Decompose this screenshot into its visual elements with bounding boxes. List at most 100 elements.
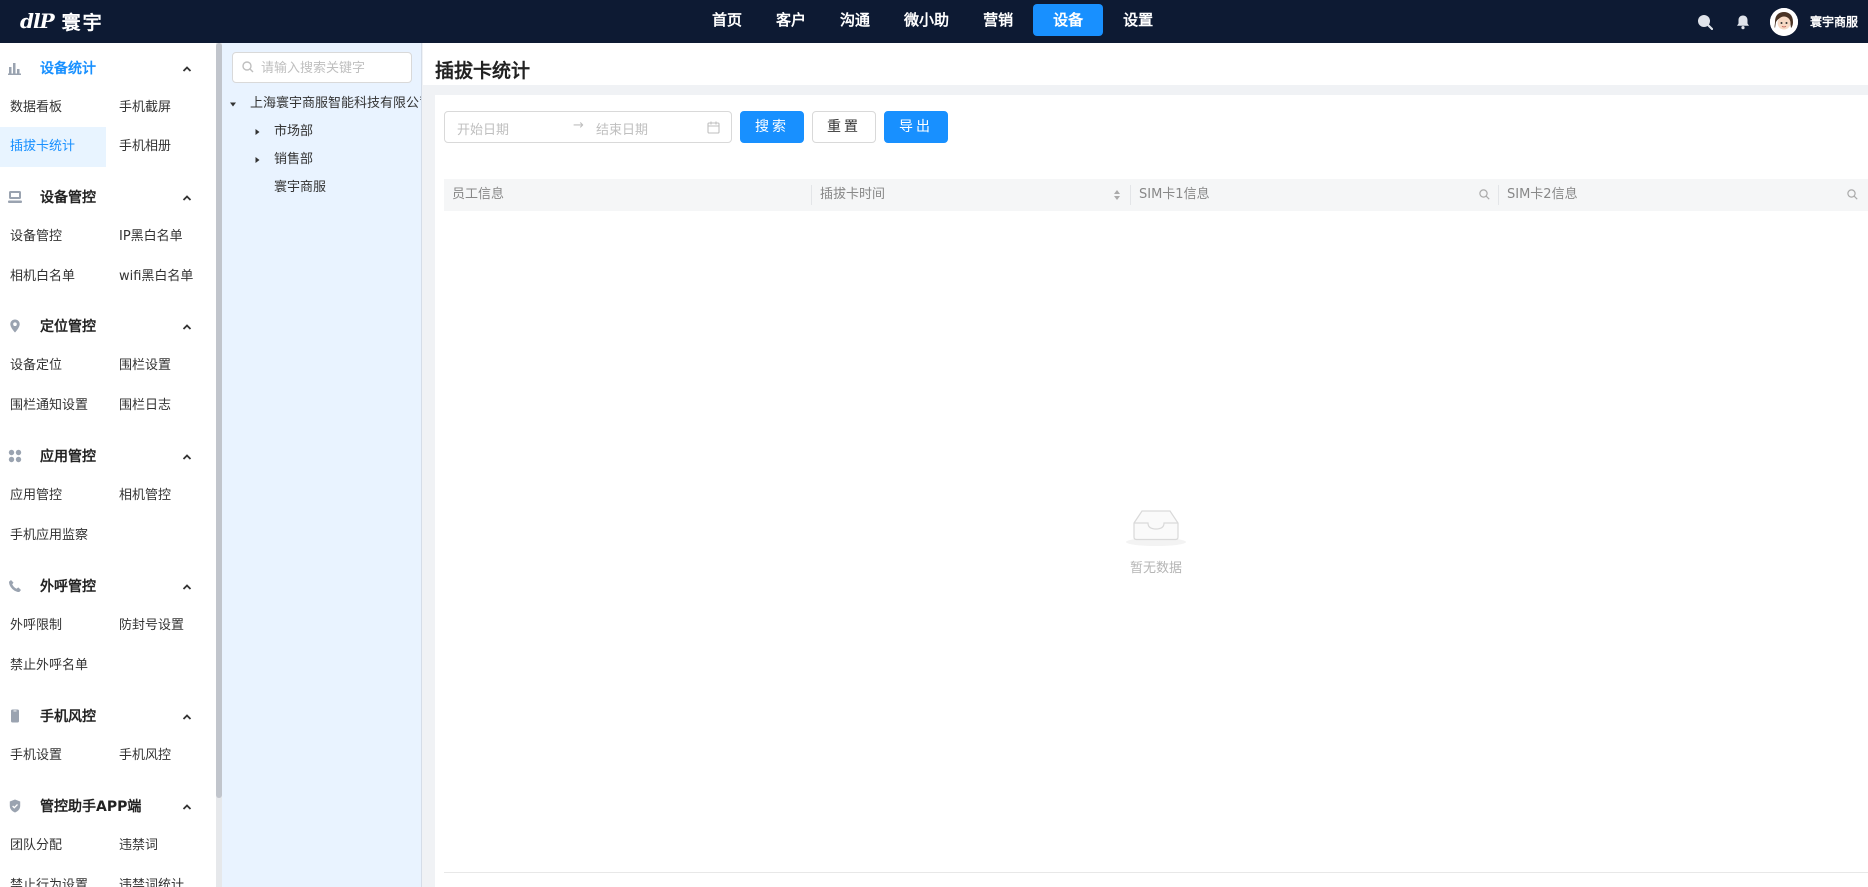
search-icon: [242, 61, 254, 77]
caret-right-icon[interactable]: [252, 120, 262, 144]
logo-mark: dlP: [20, 9, 55, 33]
search-button[interactable]: 搜索: [740, 111, 804, 143]
nav-item-marketing[interactable]: 营销: [969, 4, 1027, 36]
sidebar-item-forbidden-behavior[interactable]: 禁止行为设置: [0, 866, 106, 887]
sidebar-item-camera-control[interactable]: 相机管控: [109, 476, 216, 516]
sidebar-item-app-monitor[interactable]: 手机应用监察: [0, 516, 140, 556]
column-header-sim1: SIM卡1信息: [1139, 187, 1210, 202]
avatar[interactable]: [1770, 7, 1798, 36]
table-bottom-border: [444, 872, 1868, 873]
sidebar-item-app-control[interactable]: 应用管控: [0, 476, 106, 516]
nav-item-customers[interactable]: 客户: [762, 4, 820, 36]
tree-search-input[interactable]: [232, 52, 412, 83]
tree-node-sales[interactable]: 销售部: [252, 148, 421, 172]
shield-icon: [8, 799, 22, 813]
sort-icon[interactable]: [1112, 188, 1122, 206]
bell-icon[interactable]: [1724, 0, 1762, 43]
column-header-sim2: SIM卡2信息: [1507, 187, 1578, 202]
chevron-up-icon: [182, 451, 192, 461]
sidebar-item-fence-notify[interactable]: 围栏通知设置: [0, 386, 106, 426]
sidebar-item-fence-log[interactable]: 围栏日志: [109, 386, 216, 426]
brand-logo[interactable]: dlP 寰宇: [20, 8, 104, 34]
caret-right-icon[interactable]: [252, 148, 262, 172]
chevron-up-icon: [182, 581, 192, 591]
location-pin-icon: [8, 319, 22, 333]
sidebar-item-banned-words[interactable]: 违禁词: [109, 826, 216, 866]
nav-item-communication[interactable]: 沟通: [826, 4, 884, 36]
sidebar-item-call-blocklist[interactable]: 禁止外呼名单: [0, 646, 140, 686]
sidebar-group-title: 定位管控: [40, 319, 96, 335]
sidebar-group-device-stats[interactable]: 设备统计: [0, 48, 216, 88]
column-header-employee: 员工信息: [452, 187, 505, 202]
export-button[interactable]: 导出: [884, 111, 948, 143]
sidebar-menu: 设备统计 数据看板 手机截屏 插拔卡统计 手机相册 设备管控 设备管控 IP黑白…: [0, 43, 216, 887]
sidebar-item-ip-list[interactable]: IP黑白名单: [109, 217, 216, 257]
arrow-right-icon: →: [573, 118, 584, 133]
search-icon[interactable]: [1479, 189, 1490, 204]
sidebar-item-phone-risk[interactable]: 手机风控: [109, 736, 216, 776]
nav-item-assistant[interactable]: 微小助: [890, 4, 963, 36]
sidebar-group-title: 设备统计: [40, 61, 96, 77]
org-tree-panel: 上海寰宇商服智能科技有限公司 市场部 销售部 寰宇商服: [222, 43, 422, 887]
sidebar-group-app-control[interactable]: 应用管控: [0, 436, 216, 476]
sidebar-group-title: 应用管控: [40, 449, 96, 465]
sidebar-group-phone-risk[interactable]: 手机风控: [0, 696, 216, 736]
chevron-up-icon: [182, 192, 192, 202]
sidebar-item-dashboard[interactable]: 数据看板: [0, 88, 106, 128]
chevron-up-icon: [182, 711, 192, 721]
main-gap: [423, 85, 1868, 95]
sidebar-item-wifi-list[interactable]: wifi黑白名单: [109, 257, 216, 297]
chevron-up-icon: [182, 321, 192, 331]
apps-grid-icon: [8, 449, 22, 463]
nav-item-settings[interactable]: 设置: [1109, 4, 1167, 36]
chevron-up-icon: [182, 801, 192, 811]
sidebar-item-sim-plug-stats[interactable]: 插拔卡统计: [0, 127, 106, 167]
main-header: 插拔卡统计: [423, 43, 1868, 85]
sidebar-group-title: 管控助手APP端: [40, 799, 142, 815]
sidebar-item-phone-album[interactable]: 手机相册: [109, 127, 216, 167]
sidebar-item-phone-settings[interactable]: 手机设置: [0, 736, 106, 776]
tree-node-label: 寰宇商服: [274, 180, 327, 195]
tree-node-label: 销售部: [274, 152, 314, 167]
end-date-input[interactable]: 结束日期: [596, 119, 648, 138]
sidebar-item-team-assign[interactable]: 团队分配: [0, 826, 106, 866]
sidebar-item-phone-screenshot[interactable]: 手机截屏: [109, 88, 216, 128]
sidebar-group-location-control[interactable]: 定位管控: [0, 306, 216, 346]
sidebar-item-fence-settings[interactable]: 围栏设置: [109, 346, 216, 386]
tree-node-root[interactable]: 上海寰宇商服智能科技有限公司: [228, 92, 421, 116]
sidebar-item-anti-ban[interactable]: 防封号设置: [109, 606, 216, 646]
date-range-picker[interactable]: 开始日期 → 结束日期: [444, 111, 732, 143]
tree-node-market[interactable]: 市场部: [252, 120, 421, 144]
top-right-tools: 寰宇商服: [1686, 0, 1868, 43]
mobile-icon: [8, 709, 22, 723]
sidebar-item-device-control[interactable]: 设备管控: [0, 217, 106, 257]
user-name[interactable]: 寰宇商服: [1810, 13, 1868, 30]
table-header: 员工信息 插拔卡时间 SIM卡1信息 SIM卡2信息: [444, 179, 1868, 211]
sidebar-item-camera-whitelist[interactable]: 相机白名单: [0, 257, 106, 297]
start-date-input[interactable]: 开始日期: [457, 119, 509, 138]
search-icon[interactable]: [1686, 0, 1724, 43]
sidebar-group-title: 手机风控: [40, 709, 96, 725]
empty-text: 暂无数据: [1129, 561, 1182, 576]
sidebar-item-banned-words-stats[interactable]: 违禁词统计: [109, 866, 216, 887]
sidebar-group-call-control[interactable]: 外呼管控: [0, 566, 216, 606]
calendar-icon: [707, 121, 720, 138]
caret-down-icon[interactable]: [228, 92, 238, 116]
tree-node-hq[interactable]: 寰宇商服: [252, 176, 421, 200]
phone-icon: [8, 579, 22, 593]
sidebar-group-device-control[interactable]: 设备管控: [0, 177, 216, 217]
column-header-plug-time[interactable]: 插拔卡时间: [812, 179, 1130, 211]
reset-button[interactable]: 重置: [812, 111, 876, 143]
sidebar-group-title: 外呼管控: [40, 579, 96, 595]
nav-item-devices[interactable]: 设备: [1033, 4, 1104, 36]
brand-name: 寰宇: [61, 11, 104, 34]
sidebar-item-device-location[interactable]: 设备定位: [0, 346, 106, 386]
main-nav: 首页 客户 沟通 微小助 营销 设备 设置: [698, 4, 1173, 36]
search-icon[interactable]: [1847, 189, 1858, 204]
page-title: 插拔卡统计: [435, 60, 531, 82]
bar-chart-icon: [8, 61, 22, 75]
sidebar-group-app-assistant[interactable]: 管控助手APP端: [0, 786, 216, 826]
nav-item-home[interactable]: 首页: [698, 4, 756, 36]
device-icon: [8, 190, 22, 204]
sidebar-item-call-limit[interactable]: 外呼限制: [0, 606, 106, 646]
